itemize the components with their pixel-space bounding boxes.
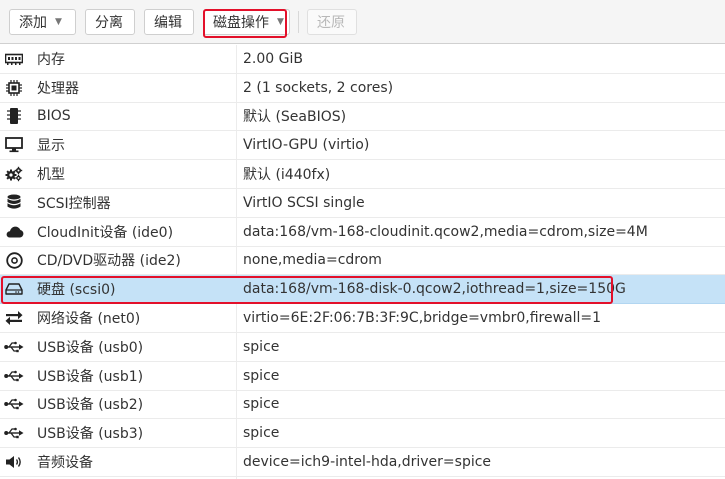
row-value: spice [243,338,280,355]
row-key: USB设备 (usb1) [37,368,144,385]
row-key: USB设备 (usb2) [37,397,144,414]
hardware-row[interactable]: 音频设备 device=ich9-intel-hda,driver=spice [0,448,725,477]
row-key: USB设备 (usb0) [37,339,144,356]
row-value: spice [243,367,280,384]
revert-button-label: 还原 [317,15,345,31]
hardware-row[interactable]: SCSI控制器 VirtIO SCSI single [0,189,725,218]
row-value: 2.00 GiB [243,50,303,67]
hardware-row[interactable]: CD/DVD驱动器 (ide2) none,media=cdrom [0,247,725,276]
row-value: data:168/vm-168-cloudinit.qcow2,media=cd… [243,223,648,240]
usb-icon [4,391,24,419]
bios-chip-icon [4,103,24,131]
exchange-icon [4,304,24,332]
toolbar-separator [298,11,299,33]
cogs-icon [4,160,24,188]
hardware-grid: 内存 2.00 GiB 处理器 2 (1 sockets, 2 cores) BIOS 默… [0,45,725,477]
cloud-icon [4,218,24,246]
row-value: 默认 (i440fx) [243,167,331,184]
hardware-toolbar: 添加 ▼ 分离 编辑 磁盘操作 ▼ 还原 [0,0,725,44]
row-key: 处理器 [37,80,79,97]
hdd-icon [4,275,24,303]
disk-action-button-label: 磁盘操作 [213,15,269,31]
row-key: 网络设备 (net0) [37,311,141,328]
row-key: 机型 [37,167,65,184]
detach-button-label: 分离 [95,15,123,31]
hardware-row[interactable]: USB设备 (usb3) spice [0,419,725,449]
edit-button[interactable]: 编辑 [144,9,194,35]
row-key: USB设备 (usb3) [37,426,144,443]
usb-icon [4,333,24,361]
chevron-down-icon: ▼ [277,17,284,27]
row-value: VirtIO SCSI single [243,194,365,211]
monitor-icon [4,131,24,159]
row-key: BIOS [37,108,71,125]
cpu-icon [4,74,24,102]
row-key: SCSI控制器 [37,195,111,212]
hardware-row[interactable]: BIOS 默认 (SeaBIOS) [0,103,725,132]
hardware-row[interactable]: USB设备 (usb0) spice [0,333,725,362]
row-value: 默认 (SeaBIOS) [243,109,347,126]
row-value: VirtIO-GPU (virtio) [243,137,370,154]
chevron-down-icon: ▼ [55,17,62,27]
hardware-row[interactable]: 内存 2.00 GiB [0,45,725,74]
volume-icon [4,448,24,476]
hardware-row[interactable]: 处理器 2 (1 sockets, 2 cores) [0,74,725,103]
row-value: 2 (1 sockets, 2 cores) [243,79,394,96]
hardware-row[interactable]: 硬盘 (scsi0) data:168/vm-168-disk-0.qcow2,i… [0,275,725,305]
add-button-label: 添加 [19,15,47,31]
row-key: 硬盘 (scsi0) [37,282,116,299]
detach-button[interactable]: 分离 [85,9,135,35]
row-key: CloudInit设备 (ide0) [37,224,174,241]
cdrom-icon [4,247,24,275]
revert-button[interactable]: 还原 [307,9,357,35]
disk-action-button[interactable]: 磁盘操作 ▼ [203,9,290,35]
usb-icon [4,419,24,447]
hardware-row[interactable]: 网络设备 (net0) virtio=6E:2F:06:7B:3F:9C,brid… [0,304,725,333]
row-value: data:168/vm-168-disk-0.qcow2,iothread=1,… [243,281,626,298]
memory-icon [4,45,24,73]
add-button[interactable]: 添加 ▼ [9,9,76,35]
row-key: 音频设备 [37,455,93,472]
edit-button-label: 编辑 [154,15,182,31]
hardware-row[interactable]: USB设备 (usb2) spice [0,391,725,420]
database-icon [4,189,24,217]
usb-icon [4,362,24,390]
row-value: device=ich9-intel-hda,driver=spice [243,454,492,471]
row-value: spice [243,425,280,442]
row-key: 内存 [37,51,65,68]
hardware-row[interactable]: CloudInit设备 (ide0) data:168/vm-168-cloudi… [0,218,725,247]
hardware-row[interactable]: 机型 默认 (i440fx) [0,160,725,189]
row-value: virtio=6E:2F:06:7B:3F:9C,bridge=vmbr0,fi… [243,310,602,327]
row-key: CD/DVD驱动器 (ide2) [37,253,181,270]
hardware-row[interactable]: USB设备 (usb1) spice [0,362,725,391]
row-value: spice [243,396,280,413]
hardware-row[interactable]: 显示 VirtIO-GPU (virtio) [0,131,725,161]
row-key: 显示 [37,138,65,155]
row-value: none,media=cdrom [243,252,382,269]
